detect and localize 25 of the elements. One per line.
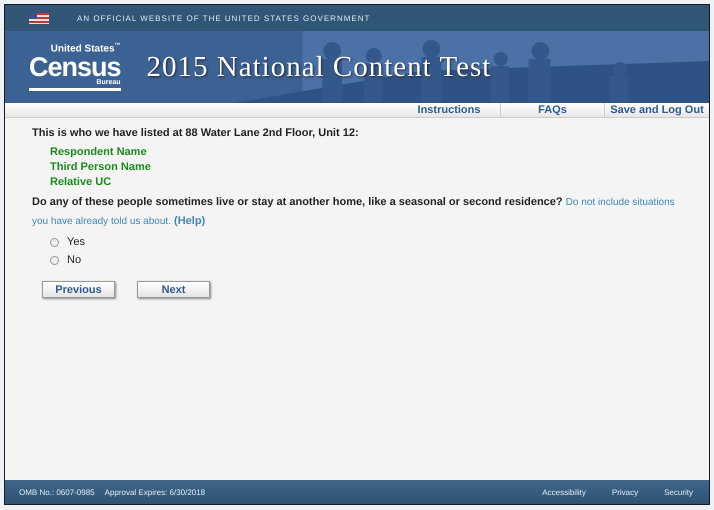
option-label: No (67, 254, 82, 266)
person-name: Third Person Name (50, 160, 152, 174)
question-text: Do any of these people sometimes live or stay at another home, like a seasonal or second residence? Do not include situations you have already told us about. (Help) (32, 195, 676, 229)
logo-text: United States$^{™}$ (50, 43, 121, 55)
help-link[interactable]: (Help) (174, 215, 206, 227)
nav-link[interactable]: Save and Log Out (604, 103, 709, 117)
footer-link[interactable]: Privacy (612, 488, 638, 496)
radio-button[interactable] (50, 256, 59, 264)
person-name: Respondent Name (50, 145, 148, 159)
footer-text: OMB No.: 0607-0985 (19, 488, 95, 496)
official-website-text: AN OFFICIAL WEBSITE OF THE UNITED STATES GOVERNMENT (77, 14, 370, 22)
nav-button[interactable]: Previous (42, 281, 115, 298)
nav-link[interactable]: Instructions (398, 103, 500, 117)
flag-icon (29, 12, 49, 24)
intro-text: This is who we have listed at 88 Water Lane 2nd Floor, Unit 12: (32, 127, 360, 139)
person-name: Relative UC (50, 175, 112, 189)
logo-text: Census (29, 54, 121, 79)
footer-text: Approval Expires: 6/30/2018 (104, 488, 206, 496)
radio-button[interactable] (50, 238, 59, 246)
nav-link[interactable]: FAQs (500, 103, 604, 117)
footer-link[interactable]: Accessibility (542, 488, 586, 496)
site-title: 2015 National Content Test (146, 50, 492, 84)
nav-button[interactable]: Next (137, 281, 210, 298)
footer-link[interactable]: Security (664, 488, 693, 496)
option-label: Yes (67, 236, 85, 248)
